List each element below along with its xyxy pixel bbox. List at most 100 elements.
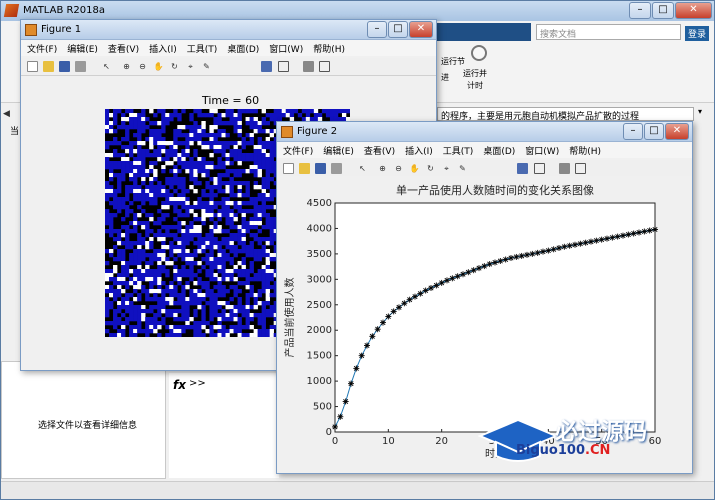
menu-window[interactable]: 窗口(W)	[519, 142, 563, 157]
zoom-in-icon[interactable]: ⊕	[377, 163, 388, 174]
pan-icon[interactable]: ✋	[153, 61, 164, 72]
pointer-icon[interactable]: ↖	[357, 163, 368, 174]
menu-window[interactable]: 窗口(W)	[263, 40, 307, 55]
fx-icon[interactable]: fx	[173, 378, 186, 392]
figure-2-title-bar[interactable]: Figure 2 – □ ✕	[277, 122, 692, 142]
grid-cell	[261, 165, 266, 170]
new-figure-icon[interactable]	[27, 61, 38, 72]
figure-1-close-button[interactable]: ✕	[409, 21, 433, 38]
grid-cell	[117, 249, 122, 254]
minimize-button[interactable]: –	[629, 2, 651, 19]
grid-cell	[265, 169, 270, 174]
data-cursor-icon[interactable]: ⌖	[441, 163, 452, 174]
current-path-bar[interactable]: 的程序，主要是用元胞自动机模拟产品扩散的过程	[437, 107, 694, 121]
grid-cell	[197, 205, 202, 210]
figure-2-maximize-button[interactable]: □	[644, 123, 664, 140]
hide-tools-icon[interactable]	[303, 61, 314, 72]
brush-icon[interactable]: ✎	[201, 61, 212, 72]
search-input[interactable]: 搜索文档	[536, 24, 681, 40]
grid-cell	[185, 237, 190, 242]
grid-cell	[249, 305, 254, 310]
colorbar-icon[interactable]	[517, 163, 528, 174]
grid-cell	[189, 233, 194, 238]
menu-help[interactable]: 帮助(H)	[563, 142, 605, 157]
grid-cell	[245, 333, 250, 337]
grid-cell	[117, 253, 122, 258]
save-icon[interactable]	[315, 163, 326, 174]
grid-cell	[133, 273, 138, 278]
save-icon[interactable]	[59, 61, 70, 72]
menu-edit[interactable]: 编辑(E)	[61, 40, 102, 55]
legend-icon[interactable]	[278, 61, 289, 72]
pan-icon[interactable]: ✋	[409, 163, 420, 174]
grid-cell	[181, 185, 186, 190]
menu-view[interactable]: 查看(V)	[358, 142, 399, 157]
figure-1-minimize-button[interactable]: –	[367, 21, 387, 38]
menu-file[interactable]: 文件(F)	[277, 142, 317, 157]
menu-desktop[interactable]: 桌面(D)	[477, 142, 519, 157]
figure-1-maximize-button[interactable]: □	[388, 21, 408, 38]
brush-icon[interactable]: ✎	[457, 163, 468, 174]
show-tools-icon[interactable]	[319, 61, 330, 72]
grid-cell	[149, 281, 154, 286]
grid-cell	[125, 261, 130, 266]
show-tools-icon[interactable]	[575, 163, 586, 174]
hide-tools-icon[interactable]	[559, 163, 570, 174]
grid-cell	[137, 129, 142, 134]
pointer-icon[interactable]: ↖	[101, 61, 112, 72]
menu-file[interactable]: 文件(F)	[21, 40, 61, 55]
grid-cell	[169, 253, 174, 258]
run-and-time-icon[interactable]	[471, 45, 487, 61]
open-file-icon[interactable]	[299, 163, 310, 174]
figure-2-close-button[interactable]: ✕	[665, 123, 689, 140]
menu-edit[interactable]: 编辑(E)	[317, 142, 358, 157]
advance-label[interactable]: 进	[441, 72, 449, 84]
run-and-time-label[interactable]: 运行并 计时	[463, 68, 487, 92]
grid-cell	[121, 117, 126, 122]
grid-cell	[145, 253, 150, 258]
grid-cell	[213, 213, 218, 218]
grid-cell	[177, 281, 182, 286]
rotate-icon[interactable]: ↻	[425, 163, 436, 174]
open-file-icon[interactable]	[43, 61, 54, 72]
grid-cell	[293, 109, 299, 114]
new-figure-icon[interactable]	[283, 163, 294, 174]
left-arrow-icon[interactable]: ◀	[3, 109, 10, 119]
grid-cell	[121, 153, 126, 158]
login-button[interactable]: 登录	[685, 26, 710, 41]
print-icon[interactable]	[331, 163, 342, 174]
menu-tools[interactable]: 工具(T)	[181, 40, 222, 55]
menu-desktop[interactable]: 桌面(D)	[221, 40, 263, 55]
close-button[interactable]: ✕	[675, 2, 712, 19]
grid-cell	[189, 117, 194, 122]
colorbar-icon[interactable]	[261, 61, 272, 72]
zoom-in-icon[interactable]: ⊕	[121, 61, 132, 72]
grid-cell	[173, 141, 178, 146]
figure-1-title-bar[interactable]: Figure 1 – □ ✕	[21, 20, 436, 40]
grid-cell	[249, 333, 254, 337]
menu-tools[interactable]: 工具(T)	[437, 142, 478, 157]
menu-insert[interactable]: 插入(I)	[143, 40, 181, 55]
legend-icon[interactable]	[534, 163, 545, 174]
zoom-out-icon[interactable]: ⊖	[393, 163, 404, 174]
grid-cell	[221, 285, 226, 290]
print-icon[interactable]	[75, 61, 86, 72]
grid-cell	[265, 285, 270, 290]
chevron-down-icon[interactable]: ▾	[698, 107, 702, 116]
run-section-label[interactable]: 运行节	[441, 56, 465, 68]
menu-insert[interactable]: 插入(I)	[399, 142, 437, 157]
menu-view[interactable]: 查看(V)	[102, 40, 143, 55]
grid-cell	[149, 237, 154, 242]
data-point	[593, 237, 600, 244]
grid-cell	[181, 265, 186, 270]
menu-help[interactable]: 帮助(H)	[307, 40, 349, 55]
grid-cell	[217, 301, 222, 306]
grid-cell	[125, 273, 130, 278]
data-cursor-icon[interactable]: ⌖	[185, 61, 196, 72]
maximize-button[interactable]: □	[652, 2, 674, 19]
grid-cell	[245, 281, 250, 286]
zoom-out-icon[interactable]: ⊖	[137, 61, 148, 72]
grid-cell	[181, 269, 186, 274]
figure-2-minimize-button[interactable]: –	[623, 123, 643, 140]
rotate-icon[interactable]: ↻	[169, 61, 180, 72]
